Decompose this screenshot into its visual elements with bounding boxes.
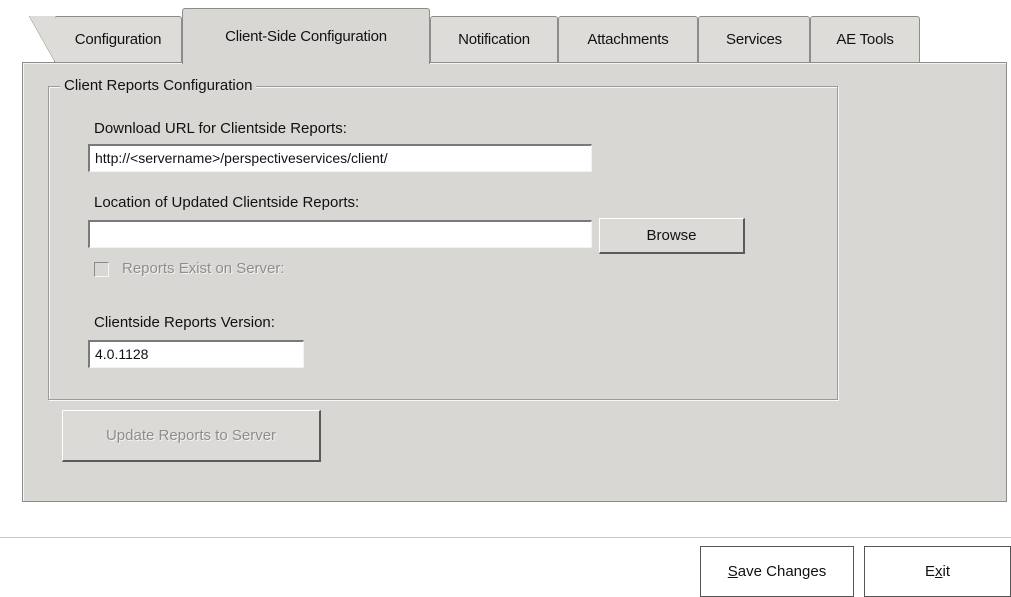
update-reports-button-label: Update Reports to Server xyxy=(105,427,277,444)
tab-notification-label: Notification xyxy=(458,31,530,48)
reports-exist-checkbox[interactable] xyxy=(94,262,109,277)
download-url-input[interactable]: http://<servername>/perspectiveservices/… xyxy=(88,144,592,172)
reports-exist-label: Reports Exist on Server: xyxy=(122,260,285,277)
exit-button-label: Exit xyxy=(925,563,950,580)
tab-client-side-configuration[interactable]: Client-Side Configuration xyxy=(182,8,430,64)
browse-button[interactable]: Browse xyxy=(599,218,745,254)
browse-button-label: Browse xyxy=(646,227,697,244)
location-label: Location of Updated Clientside Reports: xyxy=(94,194,360,211)
tab-ae-tools-label: AE Tools xyxy=(836,31,894,48)
tab-configuration[interactable]: Configuration xyxy=(29,16,182,62)
update-reports-button[interactable]: Update Reports to Server xyxy=(62,410,321,462)
tab-notification[interactable]: Notification xyxy=(430,16,558,62)
exit-label-rest: it xyxy=(942,563,951,580)
tab-configuration-label: Configuration xyxy=(74,31,162,48)
exit-label-prefix: E xyxy=(924,563,935,580)
tab-client-side-configuration-label: Client-Side Configuration xyxy=(225,28,387,45)
save-label-rest: ave Changes xyxy=(737,563,827,580)
client-reports-group-title: Client Reports Configuration xyxy=(60,77,257,94)
footer-divider xyxy=(0,537,1011,538)
exit-mnemonic: x xyxy=(935,563,943,580)
tab-ae-tools[interactable]: AE Tools xyxy=(810,16,920,62)
tab-attachments[interactable]: Attachments xyxy=(558,16,698,62)
tab-services[interactable]: Services xyxy=(698,16,810,62)
save-changes-button-label: Save Changes xyxy=(728,563,826,580)
download-url-label: Download URL for Clientside Reports: xyxy=(94,120,347,137)
save-mnemonic: S xyxy=(727,563,738,580)
location-input[interactable] xyxy=(88,220,592,248)
version-label: Clientside Reports Version: xyxy=(94,314,275,331)
tab-attachments-label: Attachments xyxy=(587,31,669,48)
save-changes-button[interactable]: Save Changes xyxy=(700,546,854,597)
exit-button[interactable]: Exit xyxy=(864,546,1011,597)
tab-strip: Configuration Client-Side Configuration … xyxy=(0,0,1011,64)
version-input[interactable]: 4.0.1128 xyxy=(88,340,304,368)
tab-services-label: Services xyxy=(726,31,782,48)
